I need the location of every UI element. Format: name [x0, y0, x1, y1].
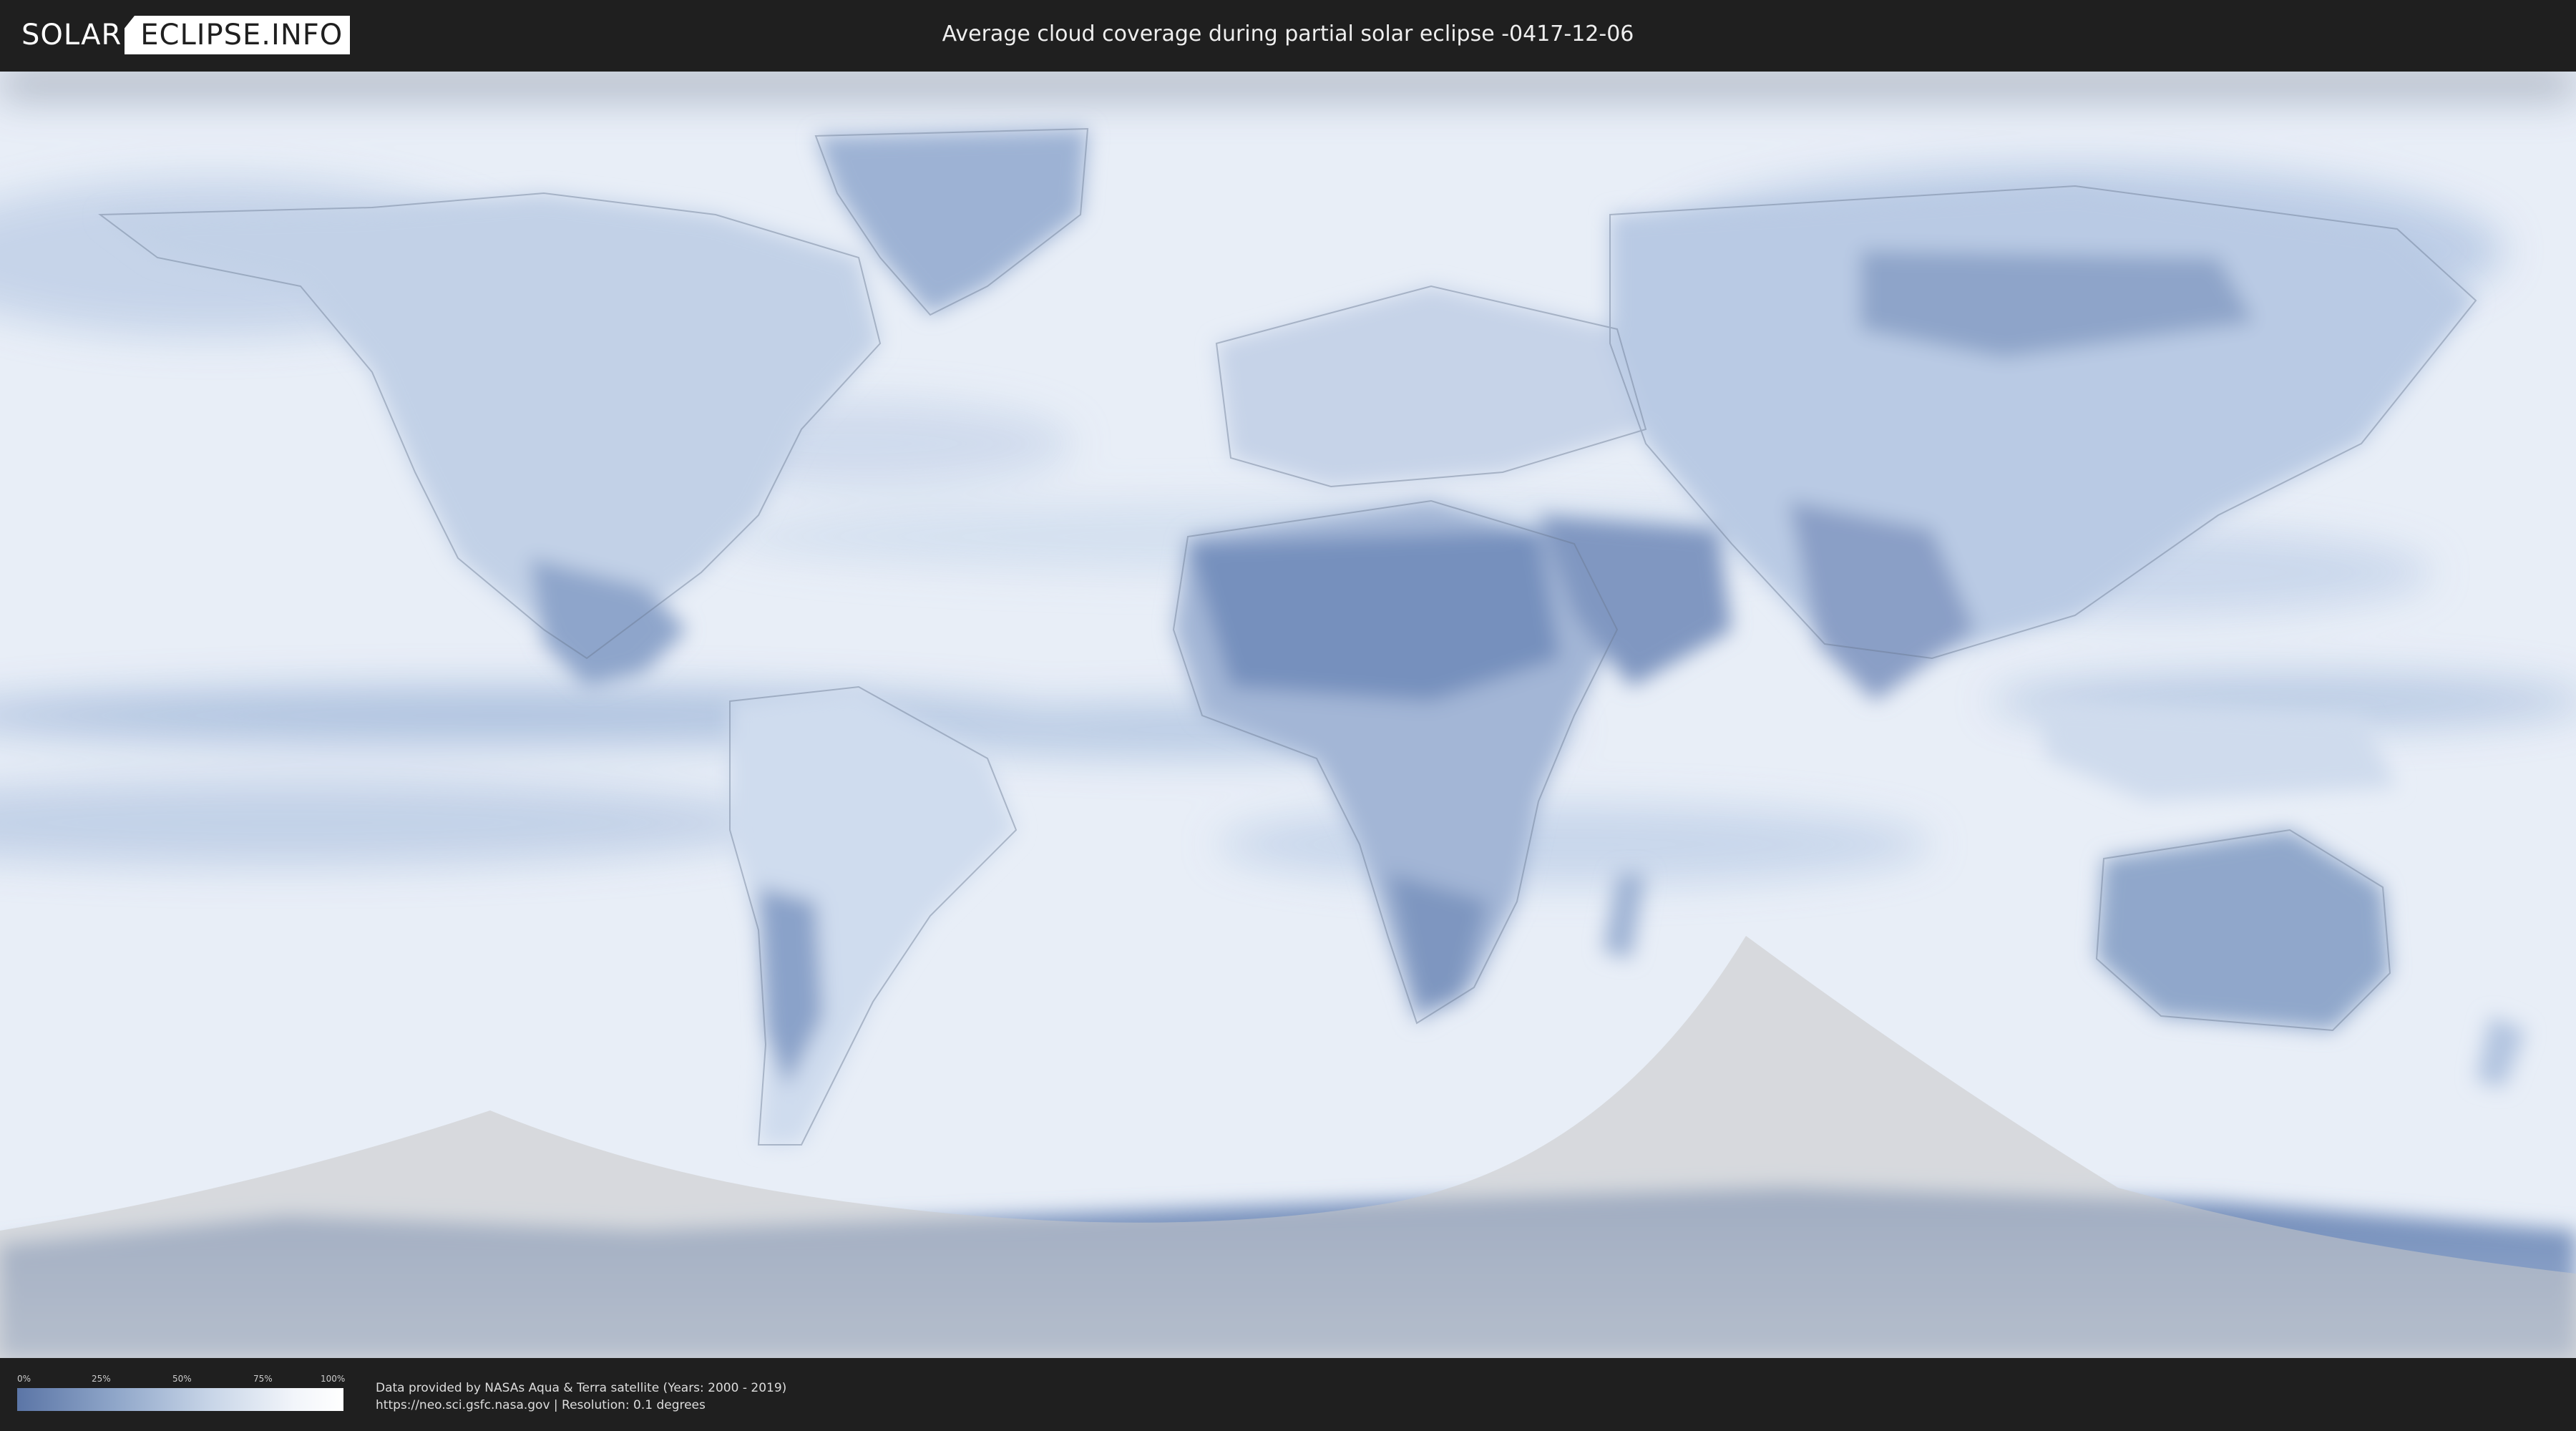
legend-tick-75: 75% — [253, 1374, 273, 1384]
cloud-coverage-map[interactable] — [0, 72, 2576, 1358]
legend-tick-25: 25% — [92, 1374, 111, 1384]
footer-bar: 0% 25% 50% 75% 100% Data provided by NAS… — [0, 1358, 2576, 1431]
page: SOLAR ECLIPSE.INFO Average cloud coverag… — [0, 0, 2576, 1431]
legend-tick-100: 100% — [321, 1374, 346, 1384]
page-title: Average cloud coverage during partial so… — [942, 21, 1634, 47]
credit-line-url: https://neo.sci.gsfc.nasa.gov | Resoluti… — [376, 1398, 706, 1412]
legend-gradient-bar — [17, 1388, 343, 1411]
world-map-svg — [0, 72, 2576, 1358]
data-credits: Data provided by NASAs Aqua & Terra sate… — [376, 1379, 786, 1414]
header-bar: SOLAR ECLIPSE.INFO Average cloud coverag… — [0, 0, 2576, 72]
legend-tick-0: 0% — [17, 1374, 31, 1384]
cloud-coverage-legend: 0% 25% 50% 75% 100% — [17, 1374, 346, 1414]
legend-tick-50: 50% — [172, 1374, 192, 1384]
credit-line-source: Data provided by NASAs Aqua & Terra sate… — [376, 1381, 787, 1395]
